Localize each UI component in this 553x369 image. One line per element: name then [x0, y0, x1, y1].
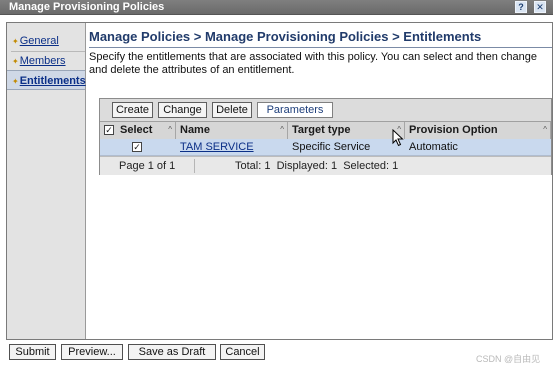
select-all-checkbox[interactable]: ✓ — [104, 125, 114, 135]
cancel-button[interactable]: Cancel — [220, 344, 265, 360]
entitlements-table: Create Change Delete Parameters ✓ Select… — [99, 98, 552, 175]
column-header-name[interactable]: Name ^ — [176, 122, 288, 139]
column-label: Name — [180, 124, 210, 136]
row-checkbox[interactable]: ✓ — [132, 142, 142, 152]
entitlement-name-link[interactable]: TAM SERVICE — [180, 141, 254, 153]
page-title: Manage Policies > Manage Provisioning Po… — [89, 29, 482, 44]
sort-icon[interactable]: ^ — [280, 122, 284, 138]
main-frame: ✦General ✦Members ✦Entitlements Manage P… — [6, 22, 553, 340]
title-divider — [89, 47, 552, 48]
page-description: Specify the entitlements that are associ… — [89, 51, 538, 76]
delete-button[interactable]: Delete — [212, 102, 252, 118]
table-footer: Page 1 of 1 Total: 1 Displayed: 1 Select… — [100, 156, 551, 175]
window-titlebar: Manage Provisioning Policies ? ✕ — [0, 0, 553, 15]
column-header-select[interactable]: ✓ Select ^ — [100, 122, 176, 139]
sort-icon[interactable]: ^ — [168, 122, 172, 138]
sidebar-item-general[interactable]: ✦General — [7, 31, 85, 52]
sidebar-item-label: Entitlements — [19, 75, 86, 87]
submit-button[interactable]: Submit — [9, 344, 56, 360]
bullet-icon: ✦ — [12, 77, 19, 86]
table-toolbar: Create Change Delete Parameters — [100, 99, 551, 121]
change-button[interactable]: Change — [158, 102, 207, 118]
sidebar: ✦General ✦Members ✦Entitlements — [7, 23, 86, 339]
row-name-cell: TAM SERVICE — [176, 139, 288, 155]
table-row[interactable]: ✓ TAM SERVICE Specific Service Automatic — [100, 139, 551, 156]
preview-button[interactable]: Preview... — [61, 344, 123, 360]
column-header-target-type[interactable]: Target type ^ — [288, 122, 405, 139]
column-label: Select — [120, 124, 153, 136]
page-indicator: Page 1 of 1 — [119, 160, 176, 172]
column-label: Target type — [292, 124, 351, 136]
column-label: Provision Option — [409, 124, 498, 136]
table-header: ✓ Select ^ Name ^ Target type ^ Provisio… — [100, 121, 551, 140]
help-icon[interactable]: ? — [515, 1, 527, 13]
bullet-icon: ✦ — [12, 37, 19, 46]
save-as-draft-button[interactable]: Save as Draft — [128, 344, 216, 360]
row-select-cell: ✓ — [100, 139, 176, 155]
sidebar-item-label: General — [19, 35, 59, 47]
watermark: CSDN @自由见 — [476, 354, 541, 364]
bullet-icon: ✦ — [12, 57, 19, 66]
divider — [194, 159, 195, 173]
row-target-type-cell: Specific Service — [292, 141, 371, 153]
close-icon[interactable]: ✕ — [534, 1, 546, 13]
sort-icon[interactable]: ^ — [543, 122, 547, 138]
mouse-cursor-icon — [392, 129, 404, 147]
table-totals: Total: 1 Displayed: 1 Selected: 1 — [235, 160, 399, 172]
parameters-button[interactable]: Parameters — [257, 102, 333, 118]
content-area: Manage Policies > Manage Provisioning Po… — [86, 23, 552, 339]
sidebar-item-label: Members — [19, 55, 66, 67]
window-title: Manage Provisioning Policies — [9, 1, 165, 13]
sidebar-item-entitlements[interactable]: ✦Entitlements — [7, 70, 86, 90]
create-button[interactable]: Create — [112, 102, 153, 118]
sidebar-item-members[interactable]: ✦Members — [7, 51, 85, 71]
column-header-provision-option[interactable]: Provision Option ^ — [405, 122, 551, 139]
row-provision-option-cell: Automatic — [409, 141, 458, 153]
